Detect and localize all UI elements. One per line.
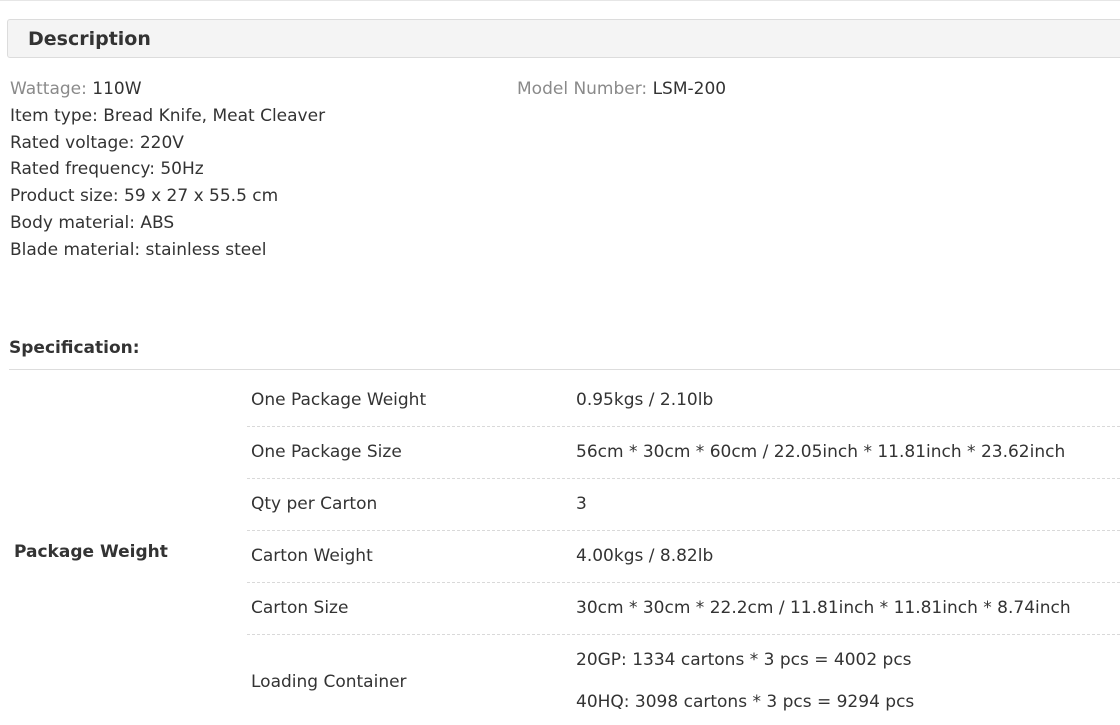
spec-value-40hq: 40HQ: 3098 cartons * 3 pcs = 9294 pcs [576, 692, 915, 712]
attribute-label: Wattage: [10, 79, 87, 99]
attribute-value: stainless steel [145, 239, 267, 260]
spec-row-carton-weight: Carton Weight 4.00kgs / 8.82lb [247, 531, 1120, 583]
attribute-label: Body material: [10, 212, 136, 233]
model-number-label: Model Number: [517, 79, 648, 99]
attribute-label: Product size: [10, 186, 119, 207]
description-tab-header[interactable]: Description [7, 19, 1120, 58]
attribute-rated-voltage: Rated voltage: 220V [10, 130, 325, 157]
attribute-label: Item type: [10, 105, 98, 126]
specification-divider [9, 369, 1120, 370]
spec-row-loading-container: Loading Container 20GP: 1334 cartons * 3… [247, 635, 1120, 725]
attribute-value: Bread Knife, Meat Cleaver [103, 105, 326, 126]
spec-key: Carton Weight [251, 546, 373, 566]
spec-row-carton-size: Carton Size 30cm * 30cm * 22.2cm / 11.81… [247, 583, 1120, 635]
attribute-model-number: Model Number: LSM-200 [517, 76, 726, 103]
spec-row-one-package-weight: One Package Weight 0.95kgs / 2.10lb [247, 375, 1120, 427]
attribute-item-type: Item type: Bread Knife, Meat Cleaver [10, 103, 325, 130]
spec-value: 30cm * 30cm * 22.2cm / 11.81inch * 11.81… [576, 598, 1071, 618]
spec-key: Qty per Carton [251, 494, 378, 514]
attribute-value: 50Hz [160, 159, 204, 180]
spec-key: Carton Size [251, 598, 349, 618]
spec-group-label: Package Weight [14, 542, 168, 562]
top-divider [0, 0, 1120, 1]
spec-key: One Package Weight [251, 390, 427, 410]
attribute-blade-material: Blade material: stainless steel [10, 237, 325, 264]
spec-value: 56cm * 30cm * 60cm / 22.05inch * 11.81in… [576, 442, 1066, 462]
attribute-list: Wattage: 110W Item type: Bread Knife, Me… [10, 76, 325, 264]
spec-value: 3 [576, 494, 587, 514]
attribute-wattage: Wattage: 110W [10, 76, 325, 103]
spec-table: One Package Weight 0.95kgs / 2.10lb One … [247, 375, 1120, 725]
attribute-label: Rated voltage: [10, 132, 135, 153]
description-title: Description [28, 28, 151, 50]
attribute-rated-frequency: Rated frequency: 50Hz [10, 156, 325, 183]
attribute-body-material: Body material: ABS [10, 210, 325, 237]
attribute-label: Rated frequency: [10, 159, 155, 180]
model-number-value: LSM-200 [652, 79, 727, 99]
spec-value-20gp: 20GP: 1334 cartons * 3 pcs = 4002 pcs [576, 650, 912, 670]
attribute-value: 220V [139, 132, 184, 153]
spec-row-one-package-size: One Package Size 56cm * 30cm * 60cm / 22… [247, 427, 1120, 479]
attribute-value: 59 x 27 x 55.5 cm [124, 186, 279, 207]
attribute-label: Blade material: [10, 239, 141, 260]
spec-value: 0.95kgs / 2.10lb [576, 390, 714, 410]
attribute-product-size: Product size: 59 x 27 x 55.5 cm [10, 183, 325, 210]
spec-value: 4.00kgs / 8.82lb [576, 546, 714, 566]
specification-title: Specification: [9, 338, 140, 358]
attribute-value: ABS [140, 212, 175, 233]
spec-key: Loading Container [251, 672, 407, 692]
spec-row-qty-per-carton: Qty per Carton 3 [247, 479, 1120, 531]
spec-key: One Package Size [251, 442, 402, 462]
attribute-value: 110W [92, 79, 142, 99]
